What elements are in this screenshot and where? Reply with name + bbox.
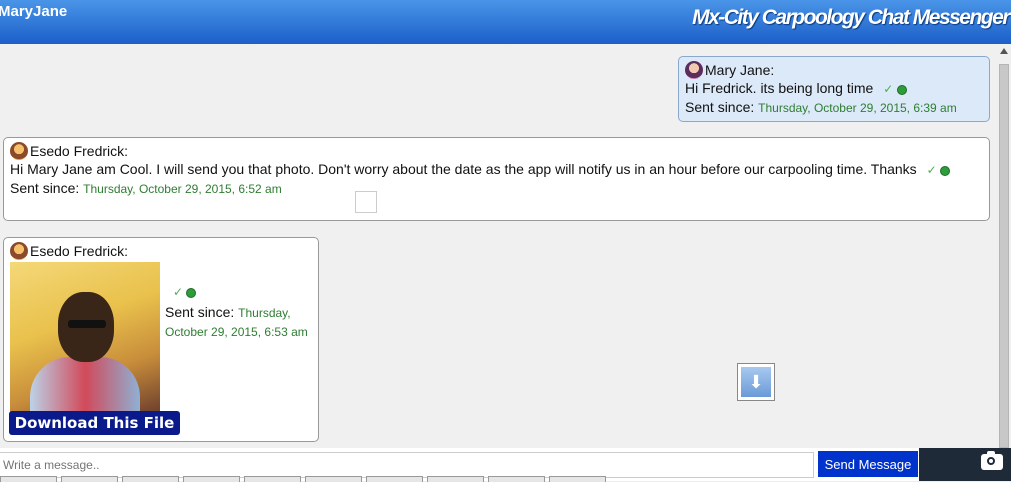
delivered-check-icon: ✓ (173, 283, 197, 301)
message-timestamp: Thursday, October 29, 2015, 6:39 am (758, 101, 957, 115)
message-text: Hi Fredrick. its being long time (685, 80, 874, 96)
send-message-button[interactable]: Send Message (818, 451, 918, 477)
message-outgoing: Mary Jane: Hi Fredrick. its being long t… (678, 56, 990, 122)
chat-scrollbar[interactable] (998, 44, 1011, 448)
attachment-placeholder (355, 191, 377, 213)
message-sender: Esedo Fredrick: (30, 243, 129, 259)
avatar (10, 242, 28, 260)
message-sender: Mary Jane: (705, 62, 775, 78)
message-incoming: Esedo Fredrick: Hi Mary Jane am Cool. I … (3, 137, 990, 221)
download-file-button[interactable]: Download This File (9, 411, 180, 435)
avatar (685, 61, 703, 79)
message-sender: Esedo Fredrick: (30, 143, 129, 159)
sent-label: Sent since: (165, 304, 235, 320)
app-header: MaryJane Mx-City Carpoology Chat Messeng… (0, 0, 1011, 44)
delivered-check-icon: ✓ (927, 161, 950, 179)
avatar (10, 142, 28, 160)
scroll-down-button[interactable]: ⬇ (737, 363, 775, 401)
sent-label: Sent since: (10, 180, 80, 196)
shared-photo[interactable] (10, 262, 160, 414)
sent-label: Sent since: (685, 99, 755, 115)
message-timestamp: Thursday, October 29, 2015, 6:52 am (83, 182, 282, 196)
bottom-tabs (0, 476, 1011, 482)
scroll-up-icon[interactable] (1000, 48, 1008, 54)
message-input[interactable] (0, 452, 814, 478)
camera-icon[interactable] (981, 451, 1003, 470)
scrollbar-thumb[interactable] (999, 64, 1009, 448)
arrow-down-icon: ⬇ (741, 367, 771, 397)
current-user: MaryJane (0, 3, 68, 20)
app-title: Mx-City Carpoology Chat Messenger (692, 6, 1010, 29)
delivered-check-icon: ✓ (883, 80, 907, 98)
message-text: Hi Mary Jane am Cool. I will send you th… (10, 161, 917, 177)
